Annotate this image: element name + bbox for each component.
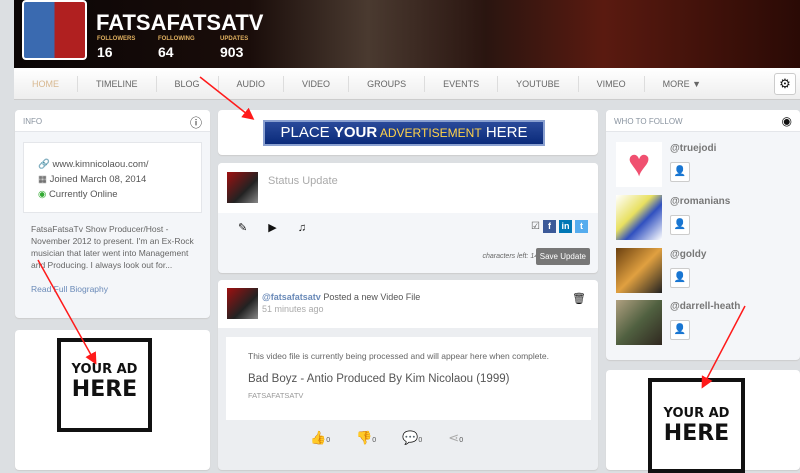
arrow-to-left-ad	[37, 259, 97, 365]
arrow-to-right-ad	[701, 305, 746, 389]
annotation-arrows	[37, 76, 746, 389]
arrow-to-top-ad	[199, 76, 255, 120]
